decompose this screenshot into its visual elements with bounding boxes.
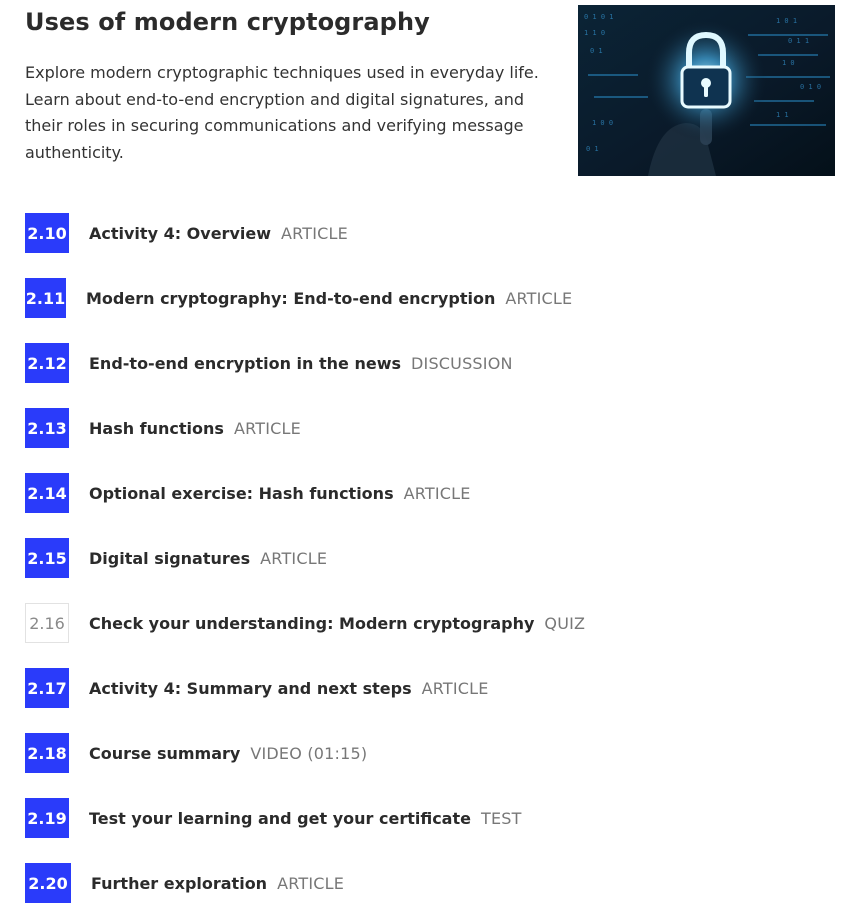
course-step[interactable]: 2.18 Course summary VIDEO (01:15) xyxy=(25,732,367,774)
course-step[interactable]: 2.19 Test your learning and get your cer… xyxy=(25,797,522,839)
step-title: Modern cryptography: End-to-end encrypti… xyxy=(86,288,496,308)
step-number-badge: 2.10 xyxy=(25,213,69,253)
course-step[interactable]: 2.10 Activity 4: Overview ARTICLE xyxy=(25,212,348,254)
course-step[interactable]: 2.20 Further exploration ARTICLE xyxy=(25,862,344,904)
svg-text:0 1: 0 1 xyxy=(590,47,603,55)
padlock-hero-illustration: 0 1 0 1 1 1 0 0 1 1 0 1 0 1 1 1 0 0 1 0 … xyxy=(578,5,835,176)
course-step[interactable]: 2.14 Optional exercise: Hash functions A… xyxy=(25,472,471,514)
step-number-badge: 2.14 xyxy=(25,473,69,513)
svg-text:1 1 0: 1 1 0 xyxy=(584,29,605,37)
step-title: End-to-end encryption in the news xyxy=(89,353,401,373)
step-title: Activity 4: Overview xyxy=(89,223,271,243)
step-type: ARTICLE xyxy=(403,483,471,503)
step-type: QUIZ xyxy=(544,613,586,633)
step-number-badge: 2.20 xyxy=(25,863,71,903)
step-number-badge: 2.19 xyxy=(25,798,69,838)
step-title: Activity 4: Summary and next steps xyxy=(89,678,412,698)
step-link[interactable]: Digital signatures ARTICLE xyxy=(89,549,327,568)
step-type: VIDEO (01:15) xyxy=(250,743,368,763)
step-number-badge: 2.16 xyxy=(25,603,69,643)
course-step[interactable]: 2.16 Check your understanding: Modern cr… xyxy=(25,602,585,644)
step-title: Hash functions xyxy=(89,418,224,438)
step-title: Check your understanding: Modern cryptog… xyxy=(89,613,535,633)
step-number-badge: 2.17 xyxy=(25,668,69,708)
step-title: Further exploration xyxy=(91,873,268,893)
step-number-badge: 2.12 xyxy=(25,343,69,383)
step-type: ARTICLE xyxy=(421,678,489,698)
step-title: Course summary xyxy=(89,743,241,763)
course-step[interactable]: 2.12 End-to-end encryption in the news D… xyxy=(25,342,513,384)
step-title: Optional exercise: Hash functions xyxy=(89,483,394,503)
step-type: ARTICLE xyxy=(280,223,348,243)
step-title: Test your learning and get your certific… xyxy=(89,808,471,828)
svg-text:1 0 0: 1 0 0 xyxy=(592,119,613,127)
step-link[interactable]: Course summary VIDEO (01:15) xyxy=(89,744,367,763)
step-type: TEST xyxy=(480,808,522,828)
step-link[interactable]: Further exploration ARTICLE xyxy=(91,874,344,893)
step-number-badge: 2.11 xyxy=(25,278,66,318)
svg-text:1 0: 1 0 xyxy=(782,59,795,67)
section-description: Explore modern cryptographic techniques … xyxy=(25,63,539,162)
step-link[interactable]: Check your understanding: Modern cryptog… xyxy=(89,614,585,633)
svg-text:0 1 0: 0 1 0 xyxy=(800,83,821,91)
svg-text:1 0 1: 1 0 1 xyxy=(776,17,797,25)
step-type: ARTICLE xyxy=(505,288,573,308)
svg-text:0 1: 0 1 xyxy=(586,145,599,153)
step-type: ARTICLE xyxy=(260,548,328,568)
svg-text:0 1 0 1: 0 1 0 1 xyxy=(584,13,614,21)
step-number-badge: 2.13 xyxy=(25,408,69,448)
section-title: Uses of modern cryptography xyxy=(25,8,430,36)
course-step[interactable]: 2.15 Digital signatures ARTICLE xyxy=(25,537,327,579)
svg-text:1 1: 1 1 xyxy=(776,111,789,119)
step-link[interactable]: Test your learning and get your certific… xyxy=(89,809,522,828)
step-link[interactable]: Activity 4: Summary and next steps ARTIC… xyxy=(89,679,489,698)
svg-text:0 1 1: 0 1 1 xyxy=(788,37,809,45)
step-link[interactable]: Hash functions ARTICLE xyxy=(89,419,301,438)
step-link[interactable]: End-to-end encryption in the news DISCUS… xyxy=(89,354,513,373)
hero-image: 0 1 0 1 1 1 0 0 1 1 0 1 0 1 1 1 0 0 1 0 … xyxy=(578,5,835,176)
step-number-badge: 2.18 xyxy=(25,733,69,773)
step-title: Digital signatures xyxy=(89,548,251,568)
course-step[interactable]: 2.11 Modern cryptography: End-to-end enc… xyxy=(25,277,572,319)
step-type: ARTICLE xyxy=(233,418,301,438)
course-step[interactable]: 2.17 Activity 4: Summary and next steps … xyxy=(25,667,489,709)
step-type: DISCUSSION xyxy=(411,353,513,373)
course-step[interactable]: 2.13 Hash functions ARTICLE xyxy=(25,407,301,449)
step-link[interactable]: Modern cryptography: End-to-end encrypti… xyxy=(86,289,572,308)
section-header: Uses of modern cryptography Explore mode… xyxy=(25,0,846,190)
step-number-badge: 2.15 xyxy=(25,538,69,578)
step-type: ARTICLE xyxy=(277,873,345,893)
step-link[interactable]: Activity 4: Overview ARTICLE xyxy=(89,224,348,243)
step-link[interactable]: Optional exercise: Hash functions ARTICL… xyxy=(89,484,471,503)
